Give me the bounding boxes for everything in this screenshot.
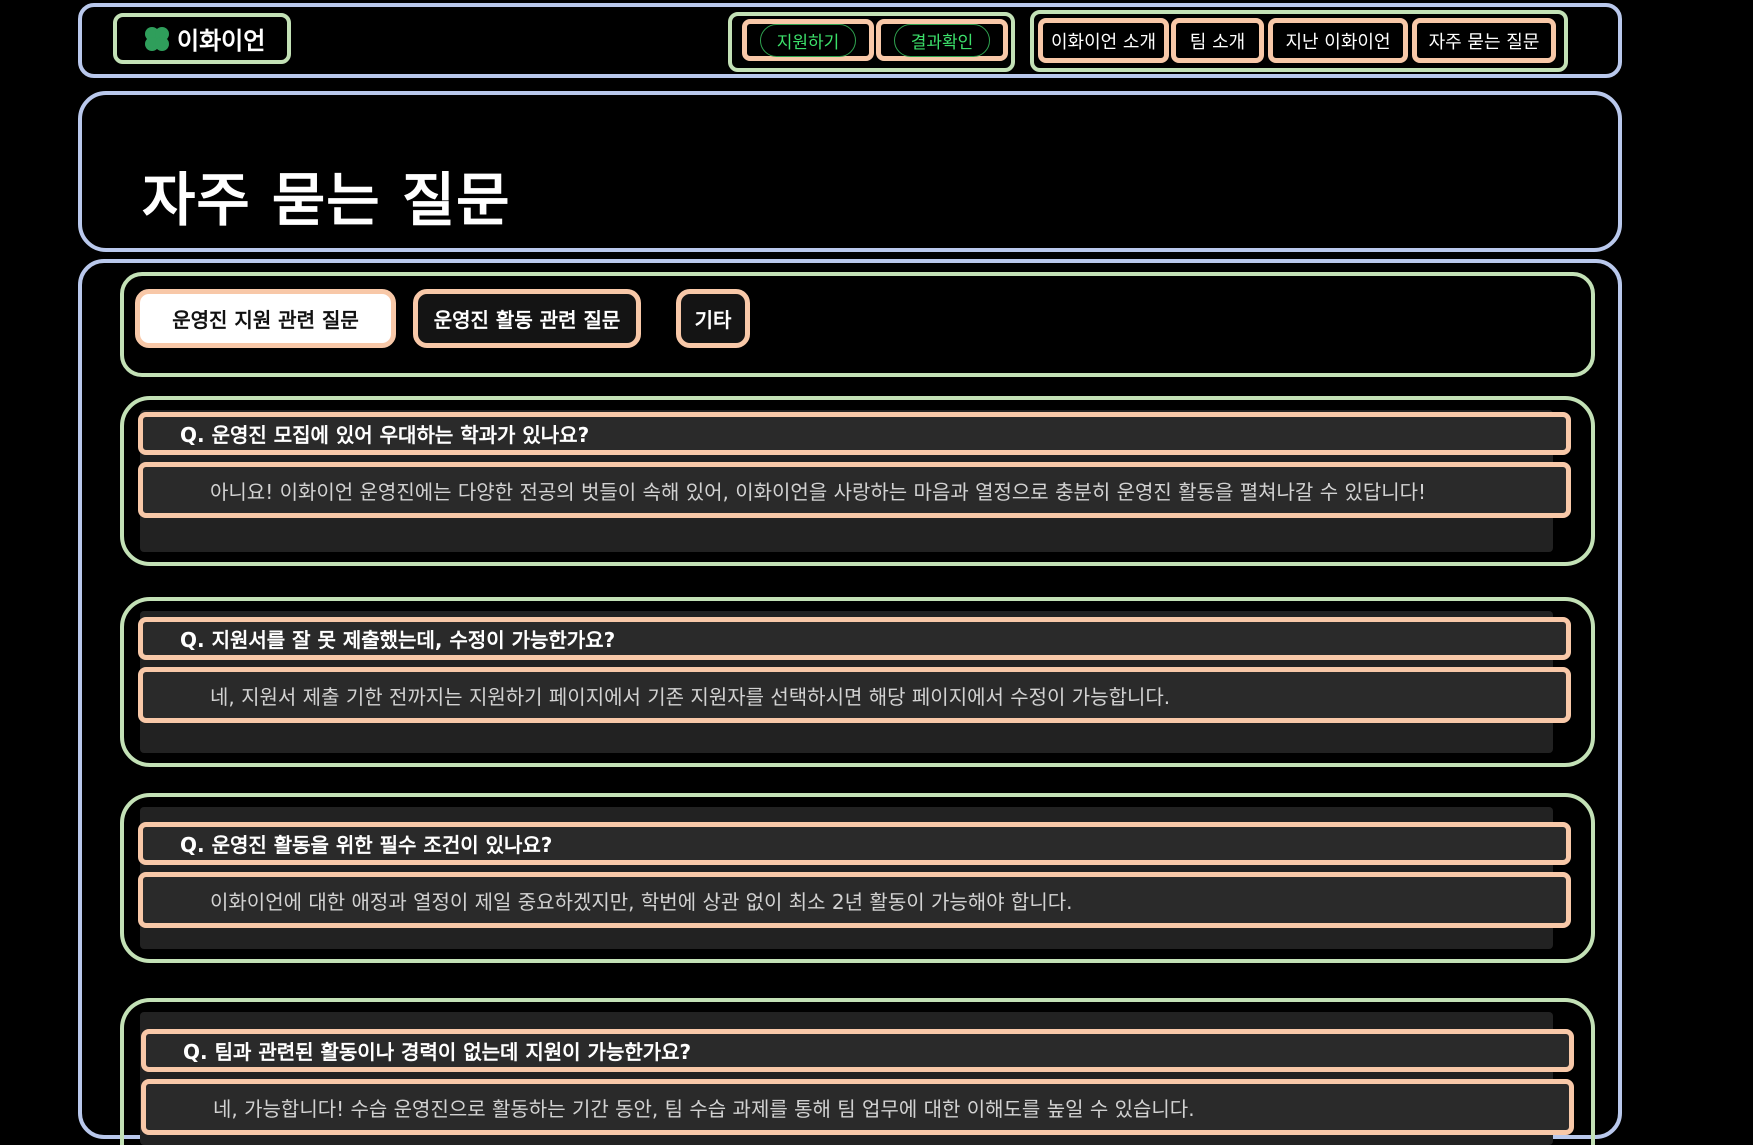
- tab-application[interactable]: 운영진 지원 관련 질문: [135, 289, 396, 348]
- check-result-label: 결과확인: [893, 23, 991, 57]
- nav-faq[interactable]: 자주 묻는 질문: [1412, 18, 1556, 63]
- faq-question[interactable]: Q. 지원서를 잘 못 제출했는데, 수정이 가능한가요?: [138, 617, 1571, 660]
- faq-answer: 네, 가능합니다! 수습 운영진으로 활동하는 기간 동안, 팀 수습 과제를 …: [141, 1079, 1574, 1135]
- nav-about[interactable]: 이화이언 소개: [1038, 18, 1169, 63]
- logo-text: 이화이언: [177, 27, 266, 55]
- faq-answer: 네, 지원서 제출 기한 전까지는 지원하기 페이지에서 기존 지원자를 선택하…: [138, 667, 1571, 723]
- apply-label: 지원하기: [759, 23, 857, 57]
- tab-activity[interactable]: 운영진 활동 관련 질문: [413, 289, 641, 348]
- nav-past[interactable]: 지난 이화이언: [1268, 18, 1408, 63]
- nav-team[interactable]: 팀 소개: [1171, 18, 1264, 63]
- apply-button[interactable]: 지원하기: [742, 19, 874, 61]
- logo[interactable]: 이화이언: [113, 13, 291, 64]
- clover-logo-icon: [145, 26, 169, 51]
- faq-answer: 아니요! 이화이언 운영진에는 다양한 전공의 벗들이 속해 있어, 이화이언을…: [138, 462, 1571, 518]
- page-title: 자주 묻는 질문: [142, 166, 511, 234]
- tab-etc[interactable]: 기타: [676, 289, 750, 348]
- faq-answer: 이화이언에 대한 애정과 열정이 제일 중요하겠지만, 학번에 상관 없이 최소…: [138, 872, 1571, 928]
- faq-question[interactable]: Q. 팀과 관련된 활동이나 경력이 없는데 지원이 가능한가요?: [141, 1029, 1574, 1072]
- check-result-button[interactable]: 결과확인: [876, 19, 1008, 61]
- faq-question[interactable]: Q. 운영진 모집에 있어 우대하는 학과가 있나요?: [138, 412, 1571, 455]
- title-card: 자주 묻는 질문: [78, 91, 1622, 252]
- faq-question[interactable]: Q. 운영진 활동을 위한 필수 조건이 있나요?: [138, 822, 1571, 865]
